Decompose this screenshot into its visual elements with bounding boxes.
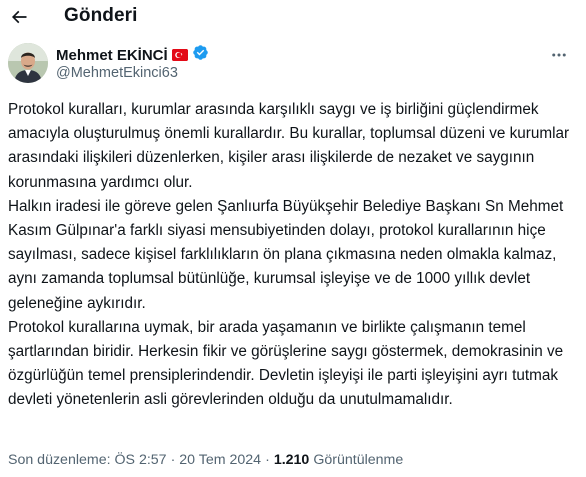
post-date[interactable]: 20 Tem 2024 xyxy=(179,452,261,468)
back-button[interactable] xyxy=(8,6,30,28)
avatar-image xyxy=(8,43,48,83)
turkey-flag-icon xyxy=(171,49,188,61)
post-header: Gönderi xyxy=(0,0,586,34)
arrow-left-icon xyxy=(11,10,27,24)
more-horizontal-icon xyxy=(552,53,566,57)
meta-separator: · xyxy=(265,452,270,468)
post-author: Mehmet EKİNCİ @MehmetEkinci63 xyxy=(8,43,578,87)
view-count: 1.210 xyxy=(273,452,310,468)
more-options-button[interactable] xyxy=(548,45,570,65)
views-label: Görüntülenme xyxy=(313,452,404,468)
meta-separator: · xyxy=(170,452,176,468)
avatar[interactable] xyxy=(8,43,48,83)
post-time[interactable]: ÖS 2:57 xyxy=(115,452,167,468)
verified-badge-icon xyxy=(192,44,209,66)
edited-label[interactable]: Son düzenleme: xyxy=(8,452,111,468)
post-text: Protokol kuralları, kurumlar arasında ka… xyxy=(8,101,570,409)
page-title: Gönderi xyxy=(64,5,138,26)
post-meta: Son düzenleme: ÖS 2:57 · 20 Tem 2024 · 1… xyxy=(8,452,403,468)
author-handle[interactable]: @MehmetEkinci63 xyxy=(56,65,178,81)
author-name[interactable]: Mehmet EKİNCİ xyxy=(56,47,168,64)
